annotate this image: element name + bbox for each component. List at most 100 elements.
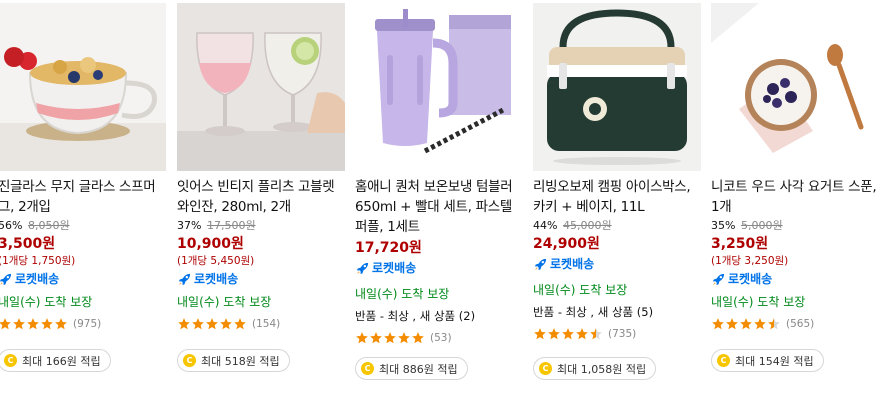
- product-title[interactable]: 진글라스 무지 글라스 스프머그, 2개입: [0, 177, 166, 217]
- review-count: (565): [786, 318, 815, 330]
- original-price: 8,050원: [27, 219, 70, 232]
- rocket-delivery-icon: [534, 258, 547, 270]
- rating-stars: [355, 331, 425, 345]
- rating-star-icon: [206, 318, 218, 330]
- product-card[interactable]: 잇어스 빈티지 플리츠 고블렛 와인잔, 280ml, 2개 37% 17,50…: [177, 0, 347, 403]
- rocket-delivery-badge: 로켓배송: [533, 255, 701, 273]
- review-count: (735): [608, 328, 637, 340]
- rocket-delivery-badge: 로켓배송: [355, 259, 523, 277]
- delivery-eta: 내일(수) 도착 보장: [711, 295, 806, 309]
- discount-rate: 56%: [0, 219, 23, 232]
- rating: (975): [0, 316, 166, 332]
- rating-star-icon: [768, 318, 780, 330]
- rating-star-icon: [754, 318, 766, 330]
- unit-price: (1개당 5,450원): [177, 255, 255, 267]
- used-item-condition[interactable]: 반품 - 최상 , 새 상품 (2): [355, 307, 523, 325]
- delivery-eta: 내일(수) 도착 보장: [355, 287, 450, 301]
- discount-info: 44% 45,000원: [533, 218, 701, 234]
- discount-info: 37% 17,500원: [177, 218, 345, 234]
- cashback-label: 최대 886원 적립: [379, 362, 458, 376]
- rating-star-icon: [576, 328, 588, 340]
- delivery-eta: 내일(수) 도착 보장: [533, 283, 628, 297]
- unit-price: (1개당 1,750원): [0, 255, 76, 267]
- rating-stars: [533, 327, 603, 341]
- cashback-label: 최대 518원 적립: [201, 354, 280, 368]
- rating-star-icon: [384, 332, 396, 344]
- rating: (154): [177, 316, 345, 332]
- product-card[interactable]: 진글라스 무지 글라스 스프머그, 2개입 56% 8,050원 3,500원 …: [0, 0, 168, 403]
- cashback-badge: C 최대 886원 적립: [355, 357, 468, 380]
- rating-star-icon: [192, 318, 204, 330]
- product-image[interactable]: [0, 3, 166, 171]
- rating: (735): [533, 326, 701, 342]
- rocket-delivery-label: 로켓배송: [728, 272, 773, 286]
- product-title[interactable]: 홈애니 퀀처 보온보냉 텀블러 650ml + 빨대 세트, 파스텔퍼플, 1세…: [355, 177, 523, 237]
- discount-rate: 35%: [711, 219, 736, 232]
- review-count: (975): [73, 318, 102, 330]
- rating-star-icon: [13, 318, 25, 330]
- coupang-cash-coin-icon: C: [717, 354, 730, 367]
- cashback-badge: C 최대 1,058원 적립: [533, 357, 657, 380]
- product-image[interactable]: [533, 3, 701, 171]
- coupang-cash-coin-icon: C: [539, 362, 552, 375]
- product-image[interactable]: [711, 3, 879, 171]
- unit-price: (1개당 3,250원): [711, 255, 789, 267]
- product-image[interactable]: [177, 3, 345, 171]
- original-price: 45,000원: [562, 219, 612, 232]
- rating-star-icon: [398, 332, 410, 344]
- rating-star-icon: [370, 332, 382, 344]
- rating-star-icon: [220, 318, 232, 330]
- cashback-label: 최대 154원 적립: [735, 354, 814, 368]
- rating-star-icon: [412, 332, 424, 344]
- rocket-delivery-icon: [356, 262, 369, 274]
- rating-star-icon: [27, 318, 39, 330]
- glass-mug-image: [0, 3, 166, 171]
- rocket-delivery-badge: 로켓배송: [711, 270, 879, 288]
- review-count: (53): [430, 332, 452, 344]
- discount-info: 35% 5,000원: [711, 218, 879, 234]
- cashback-badge: C 최대 166원 적립: [0, 349, 111, 372]
- rocket-delivery-label: 로켓배송: [15, 272, 60, 286]
- rating-star-icon: [234, 318, 246, 330]
- ice-box-image: [533, 3, 701, 171]
- review-count: (154): [252, 318, 281, 330]
- delivery-eta: 내일(수) 도착 보장: [0, 295, 93, 309]
- sale-price: 3,500원: [0, 236, 56, 252]
- rocket-delivery-label: 로켓배송: [372, 261, 417, 275]
- rating-star-icon: [726, 318, 738, 330]
- discount-rate: 37%: [177, 219, 202, 232]
- product-card[interactable]: 니코트 우드 사각 요거트 스푼, 1개 35% 5,000원 3,250원 (…: [711, 0, 881, 403]
- coupang-cash-coin-icon: C: [183, 354, 196, 367]
- delivery-eta: 내일(수) 도착 보장: [177, 295, 272, 309]
- rating: (53): [355, 330, 523, 346]
- rocket-delivery-badge: 로켓배송: [0, 270, 166, 288]
- rating: (565): [711, 316, 879, 332]
- rating-star-icon: [41, 318, 53, 330]
- used-item-condition[interactable]: 반품 - 최상 , 새 상품 (5): [533, 303, 701, 321]
- tumbler-set-image: [355, 3, 523, 171]
- rating-star-icon: [740, 318, 752, 330]
- sale-price: 3,250원: [711, 236, 769, 252]
- discount-rate: 44%: [533, 219, 558, 232]
- product-carousel: 진글라스 무지 글라스 스프머그, 2개입 56% 8,050원 3,500원 …: [0, 0, 882, 403]
- rating-star-icon: [55, 318, 67, 330]
- product-title[interactable]: 니코트 우드 사각 요거트 스푼, 1개: [711, 177, 879, 217]
- product-title[interactable]: 잇어스 빈티지 플리츠 고블렛 와인잔, 280ml, 2개: [177, 177, 345, 217]
- product-card[interactable]: 홈애니 퀀처 보온보냉 텀블러 650ml + 빨대 세트, 파스텔퍼플, 1세…: [355, 0, 525, 403]
- discount-info: 56% 8,050원: [0, 218, 166, 234]
- rating-stars: [0, 317, 68, 331]
- cashback-badge: C 최대 154원 적립: [711, 349, 824, 372]
- rating-star-icon: [0, 318, 11, 330]
- coupang-cash-coin-icon: C: [4, 354, 17, 367]
- product-image[interactable]: [355, 3, 523, 171]
- rating-star-icon: [534, 328, 546, 340]
- product-card[interactable]: 리빙오보제 캠핑 아이스박스, 카키 + 베이지, 11L 44% 45,000…: [533, 0, 703, 403]
- product-title[interactable]: 리빙오보제 캠핑 아이스박스, 카키 + 베이지, 11L: [533, 177, 701, 217]
- rocket-delivery-label: 로켓배송: [194, 272, 239, 286]
- rocket-delivery-badge: 로켓배송: [177, 270, 345, 288]
- coupang-cash-coin-icon: C: [361, 362, 374, 375]
- rocket-delivery-icon: [712, 273, 725, 285]
- rating-stars: [711, 317, 781, 331]
- rating-star-icon: [562, 328, 574, 340]
- rating-star-icon: [712, 318, 724, 330]
